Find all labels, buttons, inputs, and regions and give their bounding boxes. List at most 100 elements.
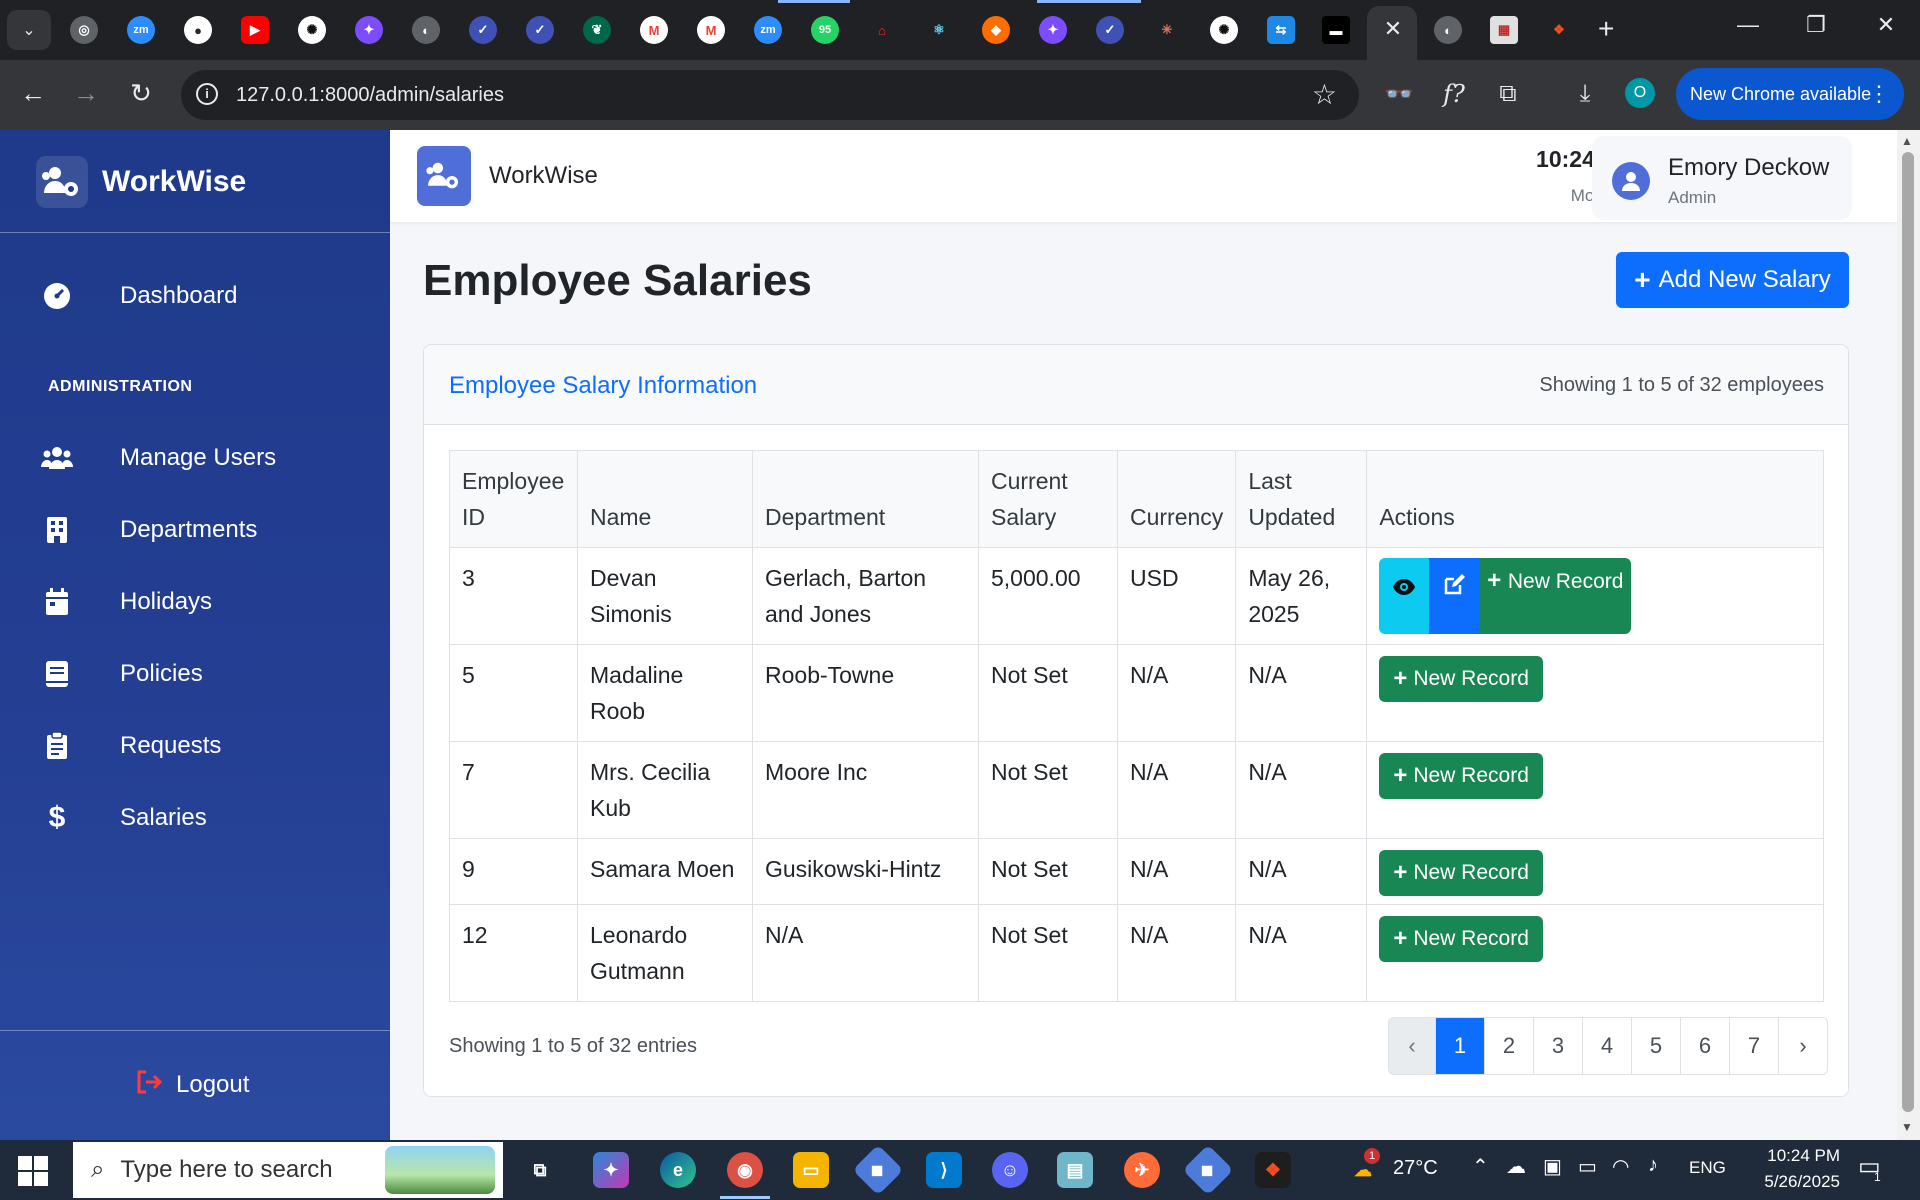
wifi-icon[interactable]: ◠ <box>1612 1154 1629 1179</box>
sidebar-item-holidays[interactable]: Holidays <box>0 574 390 630</box>
new-record-button[interactable]: + New Record <box>1379 753 1543 799</box>
tab-terminal-icon[interactable]: ▬ <box>1322 16 1350 44</box>
chrome-taskbar-icon[interactable]: ◉ <box>727 1152 763 1188</box>
reload-icon[interactable]: ↻ <box>123 78 159 109</box>
task-view-icon[interactable]: ⧉ <box>522 1152 558 1188</box>
notes-app-icon[interactable]: ▤ <box>1057 1152 1093 1188</box>
tab-image-icon[interactable]: ▦ <box>1490 16 1518 44</box>
tab-openai-icon-2[interactable]: ✺ <box>1210 16 1238 44</box>
discord-icon[interactable]: ☺ <box>992 1152 1028 1188</box>
pagination-page-4[interactable]: 4 <box>1582 1018 1631 1074</box>
users-cog-icon[interactable] <box>417 146 471 206</box>
tab-share-icon[interactable]: ⇆ <box>1267 16 1295 44</box>
pagination-page-1[interactable]: 1 <box>1435 1018 1484 1074</box>
tab-laravel-icon[interactable]: ⌂ <box>868 16 896 44</box>
column-header-employee-id[interactable]: Employee ID <box>449 450 578 548</box>
figma-taskbar-icon[interactable]: ❖ <box>1255 1152 1291 1188</box>
sidebar-item-salaries[interactable]: $ Salaries <box>0 790 390 846</box>
column-header-currency[interactable]: Currency <box>1116 450 1237 548</box>
address-bar[interactable]: i 127.0.0.1:8000/admin/salaries ☆ <box>181 70 1359 120</box>
tab-zoom-icon[interactable]: zm <box>127 16 155 44</box>
new-record-button[interactable]: + New Record <box>1479 558 1632 634</box>
tab-globe-icon-2[interactable]: ◐ <box>1434 16 1462 44</box>
tab-app-icon-3[interactable]: ✓ <box>1096 16 1124 44</box>
back-icon[interactable]: ← <box>15 78 51 109</box>
new-tab-button[interactable]: + <box>1598 14 1614 44</box>
git-app-icon[interactable]: ◆ <box>852 1144 904 1196</box>
taskbar-search-box[interactable]: ⌕ Type here to search <box>73 1142 503 1198</box>
minimize-icon[interactable]: — <box>1728 12 1768 38</box>
column-header-name[interactable]: Name <box>577 450 753 548</box>
tab-gmail-icon[interactable]: M <box>640 16 668 44</box>
file-explorer-icon[interactable]: ▭ <box>793 1152 829 1188</box>
edit-button[interactable] <box>1429 558 1480 634</box>
column-header-current-salary[interactable]: Current Salary <box>978 450 1118 548</box>
tray-chevron-up-icon[interactable]: ⌃ <box>1472 1154 1489 1179</box>
tab-star-app-icon-2[interactable]: ✦ <box>1039 16 1067 44</box>
pagination-page-3[interactable]: 3 <box>1533 1018 1582 1074</box>
copilot-icon[interactable]: ✦ <box>593 1152 629 1188</box>
close-tab-icon[interactable]: ✕ <box>1380 16 1406 42</box>
tab-zoom-icon-2[interactable]: zm <box>754 16 782 44</box>
column-header-last-updated[interactable]: Last Updated <box>1235 450 1368 548</box>
sidebar-item-manage-users[interactable]: Manage Users <box>0 430 390 486</box>
chrome-update-button[interactable]: New Chrome available ⋮ <box>1676 68 1904 120</box>
taskbar-clock-time[interactable]: 10:24 PM <box>1750 1146 1840 1166</box>
pagination-page-6[interactable]: 6 <box>1680 1018 1729 1074</box>
new-record-button[interactable]: + New Record <box>1379 916 1543 962</box>
logout-button[interactable]: Logout <box>136 1070 249 1099</box>
extension-glasses-icon[interactable]: 👓 <box>1383 80 1415 109</box>
address-url[interactable]: 127.0.0.1:8000/admin/salaries <box>236 84 504 107</box>
postman-icon[interactable]: ✈ <box>1124 1152 1160 1188</box>
tab-app-orange-icon[interactable]: ◆ <box>982 16 1010 44</box>
sidebar-item-policies[interactable]: Policies <box>0 646 390 702</box>
edge-icon[interactable]: e <box>660 1152 696 1188</box>
battery-icon[interactable]: ▭ <box>1578 1154 1597 1179</box>
extension-formula-icon[interactable]: f? <box>1438 80 1470 108</box>
column-header-department[interactable]: Department <box>752 450 979 548</box>
profile-avatar[interactable]: O <box>1625 78 1655 108</box>
tab-globe-icon[interactable]: ◐ <box>412 16 440 44</box>
sidebar-item-requests[interactable]: Requests <box>0 718 390 774</box>
tab-star-app-icon[interactable]: ✦ <box>355 16 383 44</box>
tab-app-icon[interactable]: ✓ <box>469 16 497 44</box>
pagination-page-7[interactable]: 7 <box>1729 1018 1778 1074</box>
add-new-salary-button[interactable]: + Add New Salary <box>1616 252 1849 308</box>
volume-icon[interactable]: ♪ <box>1648 1154 1658 1177</box>
tab-claude-icon[interactable]: ✳ <box>1153 16 1181 44</box>
more-menu-icon[interactable]: ⋮ <box>1868 68 1890 120</box>
taskbar-clock-date[interactable]: 5/26/2025 <box>1745 1172 1840 1192</box>
tab-chrome-icon[interactable]: ◎ <box>70 16 98 44</box>
scroll-up-icon[interactable]: ▲ <box>1901 134 1913 148</box>
page-scrollbar[interactable]: ▲ ▼ <box>1897 130 1920 1140</box>
extensions-puzzle-icon[interactable]: ⧉ <box>1492 80 1524 108</box>
tray-cloud-icon[interactable]: ☁ <box>1506 1154 1526 1179</box>
tab-search-button[interactable]: ⌄ <box>7 10 51 50</box>
pagination-next[interactable]: › <box>1778 1018 1827 1074</box>
tab-youtube-icon[interactable]: ▶ <box>241 16 269 44</box>
pagination-page-5[interactable]: 5 <box>1631 1018 1680 1074</box>
window-close-icon[interactable]: ✕ <box>1866 12 1906 38</box>
new-record-button[interactable]: + New Record <box>1379 656 1543 702</box>
sidebar-item-departments[interactable]: Departments <box>0 502 390 558</box>
weather-temperature[interactable]: 27°C <box>1393 1157 1438 1180</box>
input-language[interactable]: ENG <box>1689 1158 1726 1178</box>
forward-icon[interactable]: → <box>68 78 104 109</box>
new-record-button[interactable]: + New Record <box>1379 850 1543 896</box>
restore-icon[interactable]: ❐ <box>1796 12 1836 38</box>
pagination-prev[interactable]: ‹ <box>1389 1018 1435 1074</box>
tray-app-icon[interactable]: ▣ <box>1543 1154 1562 1179</box>
tab-gmail-icon-2[interactable]: M <box>697 16 725 44</box>
tab-app-icon-2[interactable]: ✓ <box>526 16 554 44</box>
user-menu[interactable]: Emory Deckow Admin <box>1592 136 1852 220</box>
downloads-icon[interactable]: ⤓ <box>1569 80 1601 108</box>
pagination-page-2[interactable]: 2 <box>1484 1018 1533 1074</box>
tab-mongodb-icon[interactable]: ❦ <box>583 16 611 44</box>
tab-github-icon[interactable]: ● <box>184 16 212 44</box>
view-button[interactable] <box>1379 558 1430 634</box>
vscode-icon[interactable]: ⟩ <box>926 1152 962 1188</box>
windows-start-icon[interactable] <box>18 1156 48 1186</box>
scrollbar-thumb[interactable] <box>1902 152 1914 1112</box>
tab-whatsapp-icon[interactable]: 95 <box>811 16 839 44</box>
tab-openai-icon[interactable]: ✺ <box>298 16 326 44</box>
